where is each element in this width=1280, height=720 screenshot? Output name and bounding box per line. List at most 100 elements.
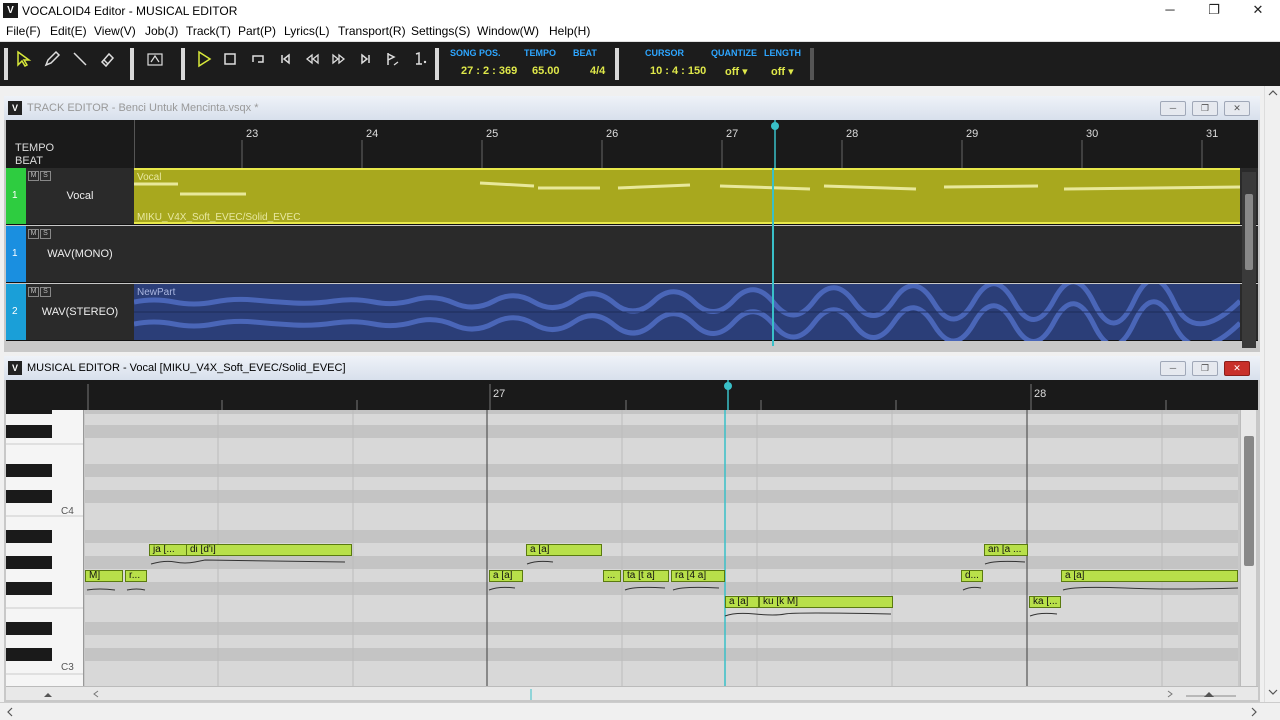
piano-roll-grid[interactable]: ja [... di [d'i] M] r... a [a] a [a] ...… — [85, 410, 1238, 686]
musical-editor-vertical-scrollbar[interactable] — [1240, 410, 1256, 686]
track-number: 2 — [12, 306, 18, 317]
waveform — [134, 284, 1240, 341]
scroll-thumb[interactable] — [1245, 194, 1253, 270]
note[interactable]: r... — [125, 570, 147, 582]
track-editor-restore-button[interactable]: ❐ — [1192, 101, 1218, 116]
minimize-button[interactable]: ─ — [1148, 0, 1192, 21]
white-key-lines — [6, 443, 83, 675]
track-editor-vertical-scrollbar[interactable] — [1242, 172, 1256, 348]
go-to-end-icon[interactable] — [354, 50, 378, 76]
note[interactable]: a [a] — [526, 544, 602, 556]
track-color-strip: 2 — [6, 284, 26, 340]
length-dropdown[interactable]: off ▾ — [771, 65, 794, 78]
note[interactable]: d... — [961, 570, 983, 582]
song-position-value[interactable]: 27 : 2 : 369 — [461, 65, 517, 77]
menu-part[interactable]: Part(P) — [238, 24, 276, 38]
grid-edit-icon[interactable] — [143, 50, 167, 76]
wav-mono-lane[interactable] — [134, 226, 1240, 282]
scroll-thumb[interactable] — [1244, 436, 1254, 566]
track-row-wav-mono[interactable]: 1 M S WAV(MONO) — [6, 226, 1258, 283]
note[interactable]: ka [... — [1029, 596, 1061, 608]
main-vertical-scrollbar[interactable] — [1264, 86, 1280, 702]
track-row-wav-stereo[interactable]: 2 M S WAV(STEREO) NewPart — [6, 284, 1258, 341]
track-row-vocal[interactable]: 1 M S Vocal Vocal MIKU_V4X_Soft_EVEC/Sol… — [6, 168, 1258, 225]
solo-button[interactable]: S — [40, 229, 51, 239]
eraser-tool-icon[interactable] — [95, 50, 119, 76]
musical-editor-restore-button[interactable]: ❐ — [1192, 361, 1218, 376]
menu-lyrics[interactable]: Lyrics(L) — [284, 24, 330, 38]
loop-icon[interactable] — [246, 50, 270, 76]
track-number: 1 — [12, 190, 18, 201]
note[interactable]: ... — [603, 570, 621, 582]
fast-forward-icon[interactable] — [327, 50, 351, 76]
note[interactable]: ra [4 a] — [671, 570, 725, 582]
musical-editor-ruler[interactable]: 27 28 — [6, 380, 1258, 410]
follow-playhead-icon[interactable] — [381, 50, 405, 76]
menu-help[interactable]: Help(H) — [549, 24, 590, 38]
stop-icon[interactable] — [218, 50, 242, 76]
track-name: WAV(STEREO) — [41, 306, 119, 318]
rewind-icon[interactable] — [300, 50, 324, 76]
close-button[interactable]: ✕ — [1236, 0, 1280, 21]
mute-button[interactable]: M — [28, 171, 39, 181]
main-horizontal-scrollbar[interactable] — [0, 702, 1280, 720]
pencil-tool-icon[interactable] — [40, 50, 64, 76]
menu-file[interactable]: File(F) — [6, 24, 41, 38]
track-number: 1 — [12, 248, 18, 259]
quantize-dropdown[interactable]: off ▾ — [725, 65, 748, 78]
note[interactable]: ja [... — [149, 544, 187, 556]
restore-button[interactable]: ❐ — [1192, 0, 1236, 21]
ruler-ticks — [87, 380, 1167, 410]
menu-settings[interactable]: Settings(S) — [411, 24, 470, 38]
note[interactable]: di [d'i] — [186, 544, 352, 556]
mute-button[interactable]: M — [28, 229, 39, 239]
note[interactable]: ku [k M] — [759, 596, 893, 608]
mute-button[interactable]: M — [28, 287, 39, 297]
scroll-arrows — [1268, 90, 1278, 695]
note[interactable]: a [a] — [1061, 570, 1238, 582]
menu-track[interactable]: Track(T) — [186, 24, 231, 38]
menu-transport[interactable]: Transport(R) — [338, 24, 406, 38]
note[interactable]: a [a] — [725, 596, 759, 608]
tempo-label: TEMPO — [524, 48, 557, 58]
menu-job[interactable]: Job(J) — [145, 24, 178, 38]
vocal-part[interactable]: Vocal MIKU_V4X_Soft_EVEC/Solid_EVEC — [134, 168, 1240, 224]
track-editor-minimize-button[interactable]: ─ — [1160, 101, 1186, 116]
vocaloid-window-icon: V — [8, 361, 22, 375]
ruler-ticks — [241, 120, 1203, 168]
track-editor-window: V TRACK EDITOR - Benci Untuk Mencinta.vs… — [4, 96, 1260, 352]
musical-editor-minimize-button[interactable]: ─ — [1160, 361, 1186, 376]
playhead[interactable] — [772, 168, 774, 346]
track-editor-ruler[interactable]: TEMPO BEAT 23 24 25 26 27 28 29 30 31 — [6, 120, 1258, 168]
musical-editor-title: MUSICAL EDITOR - Vocal [MIKU_V4X_Soft_EV… — [27, 362, 346, 374]
play-icon[interactable] — [192, 50, 216, 76]
track-editor-close-button[interactable]: ✕ — [1224, 101, 1250, 116]
beat-label: BEAT — [573, 48, 597, 58]
toolbar-separator — [130, 48, 134, 80]
note[interactable]: an [a ... — [984, 544, 1028, 556]
menu-window[interactable]: Window(W) — [477, 24, 539, 38]
note[interactable]: M] — [85, 570, 123, 582]
line-tool-icon[interactable] — [68, 50, 92, 76]
piano-keyboard[interactable]: C4 C3 — [6, 410, 84, 686]
vocaloid-window-icon: V — [8, 101, 22, 115]
note[interactable]: a [a] — [489, 570, 523, 582]
scroll-arrows — [7, 707, 1257, 717]
solo-button[interactable]: S — [40, 171, 51, 181]
toolbar: SONG POS. 27 : 2 : 369 TEMPO 65.00 BEAT … — [0, 42, 1280, 86]
toolbar-separator — [435, 48, 439, 80]
metronome-icon[interactable] — [408, 50, 432, 76]
go-to-start-icon[interactable] — [273, 50, 297, 76]
note[interactable]: ta [t a] — [623, 570, 669, 582]
menu-edit[interactable]: Edit(E) — [50, 24, 87, 38]
tempo-value[interactable]: 65.00 — [532, 65, 560, 77]
musical-editor-horizontal-scrollbar[interactable] — [6, 686, 1258, 700]
arrow-tool-icon[interactable] — [12, 50, 36, 76]
musical-editor-close-button[interactable]: ✕ — [1224, 361, 1250, 376]
wav-stereo-part[interactable]: NewPart — [134, 284, 1240, 341]
musical-editor-titlebar[interactable]: V MUSICAL EDITOR - Vocal [MIKU_V4X_Soft_… — [4, 356, 1260, 380]
solo-button[interactable]: S — [40, 287, 51, 297]
track-editor-titlebar[interactable]: V TRACK EDITOR - Benci Untuk Mencinta.vs… — [4, 96, 1260, 120]
menu-view[interactable]: View(V) — [94, 24, 136, 38]
beat-value[interactable]: 4/4 — [590, 65, 605, 77]
